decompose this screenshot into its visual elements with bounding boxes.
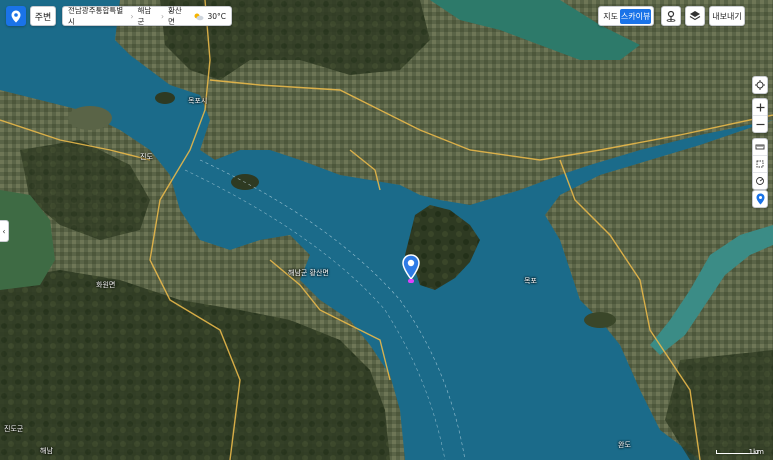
island-3 xyxy=(68,106,112,130)
measure-tools xyxy=(752,138,768,190)
label-west-town: 진도 xyxy=(140,153,153,161)
zoom-control xyxy=(752,98,768,133)
map-type-map-button[interactable]: 지도 xyxy=(601,11,620,22)
breadcrumb-item-town[interactable]: 황산면 xyxy=(168,5,188,27)
plus-icon[interactable] xyxy=(753,99,767,115)
sun-cloud-icon xyxy=(193,12,204,21)
label-town-mid: 화원면 xyxy=(96,281,116,289)
hills-east xyxy=(665,350,773,460)
breadcrumb: 전남광주통합특별시 › 해남군 › 황산면 30°C xyxy=(62,6,232,26)
map-pin-logo-icon[interactable] xyxy=(6,6,26,26)
layers-icon[interactable] xyxy=(685,6,705,26)
crosshair-icon[interactable] xyxy=(753,77,767,93)
breadcrumb-item-province[interactable]: 전남광주통합특별시 xyxy=(68,5,126,27)
around-label: 주변 xyxy=(34,12,52,23)
scale-text: 1km xyxy=(748,448,764,456)
export-label: 내보내기 xyxy=(712,11,742,21)
label-island: 해남군 황산면 xyxy=(288,269,329,277)
label-bottom-mid: 해남 xyxy=(40,447,53,455)
satellite-map[interactable] xyxy=(0,0,773,460)
minus-icon[interactable] xyxy=(753,115,767,132)
export-button[interactable]: 내보내기 xyxy=(709,6,745,26)
location-pin-icon[interactable] xyxy=(402,254,420,281)
marker-tool xyxy=(752,190,768,208)
island-4 xyxy=(155,92,175,104)
locate-control xyxy=(752,76,768,94)
map-type-skyview-button[interactable]: 스카이뷰 xyxy=(620,8,651,24)
breadcrumb-item-county[interactable]: 해남군 xyxy=(137,5,157,27)
marker-dot xyxy=(408,279,414,283)
weather-temp: 30°C xyxy=(207,11,227,21)
sidebar-toggle[interactable]: ‹ xyxy=(0,220,9,242)
label-north-town: 목포시 xyxy=(188,97,208,105)
island-2 xyxy=(584,312,616,328)
radius-icon[interactable] xyxy=(753,172,767,189)
chevron-right-icon: › xyxy=(160,11,164,21)
chevron-right-icon: › xyxy=(130,11,134,21)
ruler-icon[interactable] xyxy=(753,139,767,155)
chevron-left-icon: ‹ xyxy=(2,226,6,236)
scale-bar: 1km xyxy=(716,446,764,456)
label-bottom-right: 완도 xyxy=(618,441,631,449)
map-type-toggle: 지도 스카이뷰 xyxy=(598,6,654,26)
area-icon[interactable] xyxy=(753,155,767,172)
label-bay: 목포 xyxy=(524,277,537,285)
location-pin-tool-icon[interactable] xyxy=(753,191,767,207)
label-bottom-left: 진도군 xyxy=(4,425,24,433)
roadview-icon[interactable] xyxy=(661,6,681,26)
around-button[interactable]: 주변 xyxy=(30,6,56,26)
